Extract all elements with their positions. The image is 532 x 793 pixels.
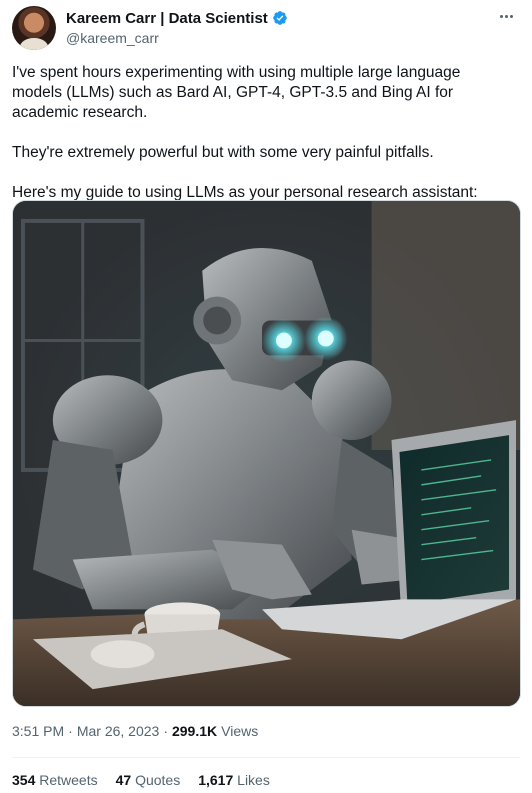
robot-at-laptop-image [13, 201, 520, 706]
retweets-stat[interactable]: 354 Retweets [12, 772, 98, 788]
quotes-count: 47 [115, 772, 132, 788]
display-name[interactable]: Kareem Carr | Data Scientist [66, 10, 268, 27]
name-row: Kareem Carr | Data Scientist [66, 8, 288, 28]
likes-label: Likes [237, 772, 270, 788]
tweet-time[interactable]: 3:51 PM [12, 723, 64, 739]
tweet-media-image[interactable] [12, 200, 521, 707]
quotes-label: Quotes [135, 772, 181, 788]
tweet: Kareem Carr | Data Scientist @kareem_car… [0, 0, 532, 793]
tweet-header: Kareem Carr | Data Scientist @kareem_car… [12, 6, 524, 54]
retweets-label: Retweets [39, 772, 98, 788]
likes-stat[interactable]: 1,617 Likes [198, 772, 270, 788]
author-names: Kareem Carr | Data Scientist @kareem_car… [66, 8, 288, 46]
meta-separator-2: · [163, 723, 168, 739]
quotes-stat[interactable]: 47 Quotes [116, 772, 181, 788]
tweet-text: I've spent hours experimenting with usin… [12, 63, 512, 223]
views-count[interactable]: 299.1K [172, 723, 217, 739]
tweet-paragraph-2: They're extremely powerful but with some… [12, 144, 434, 161]
divider [12, 757, 520, 758]
more-horizontal-icon[interactable] [494, 6, 518, 26]
meta-separator: · [68, 723, 73, 739]
retweets-count: 354 [12, 772, 36, 788]
verified-badge-icon [272, 11, 287, 25]
tweet-paragraph-1: I've spent hours experimenting with usin… [12, 64, 461, 121]
author-handle[interactable]: @kareem_carr [66, 30, 288, 46]
tweet-meta: 3:51 PM · Mar 26, 2023 · 299.1K Views [12, 723, 258, 739]
views-label: Views [221, 723, 259, 739]
tweet-stats: 354 Retweets 47 Quotes 1,617 Likes [12, 772, 270, 788]
avatar[interactable] [12, 6, 56, 50]
likes-count: 1,617 [198, 772, 234, 788]
tweet-date[interactable]: Mar 26, 2023 [77, 723, 160, 739]
